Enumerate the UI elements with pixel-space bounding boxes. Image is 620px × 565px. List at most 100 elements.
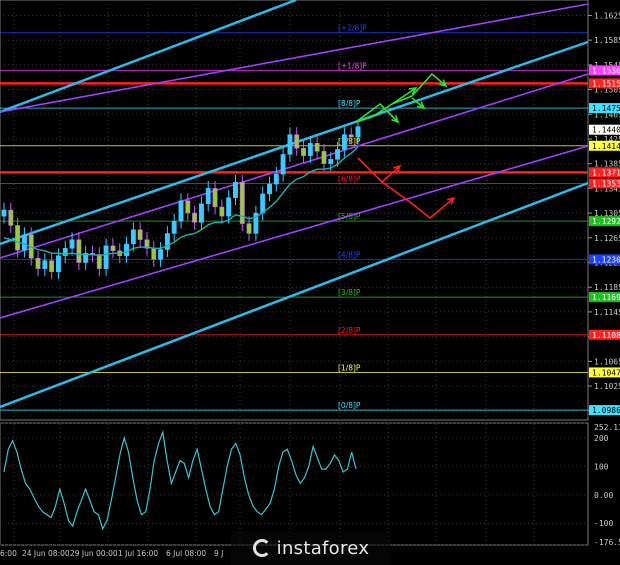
x-tick-label-5: 9 J bbox=[214, 549, 223, 558]
grid-lines bbox=[0, 0, 589, 546]
price-tag-label-11: 1.1047 bbox=[592, 368, 620, 377]
candle-body-11 bbox=[76, 239, 82, 263]
murrey-label-9: [+1/8]P bbox=[338, 61, 367, 70]
oscillator-line bbox=[3, 429, 357, 531]
forecast-arrow-4 bbox=[357, 157, 401, 184]
channel-line-0 bbox=[0, 40, 589, 246]
osc-frame bbox=[0, 422, 589, 546]
price-tag-label-2: 1.1475 bbox=[592, 104, 620, 113]
osc-tick-label-2: 100 bbox=[594, 462, 609, 471]
candle-body-40 bbox=[273, 173, 279, 185]
candlestick-series bbox=[1, 119, 361, 280]
main-frame bbox=[0, 0, 589, 421]
candle-body-25 bbox=[171, 220, 177, 234]
candle-body-30 bbox=[205, 188, 211, 205]
candle-body-8 bbox=[56, 255, 61, 273]
price-tag-label-7: 1.1292 bbox=[592, 217, 620, 226]
candle-body-31 bbox=[212, 188, 218, 208]
regression-channels bbox=[0, 0, 589, 409]
oscillator-panel: 252.1133 200 100 0.00 -100 -176.5666 bbox=[0, 422, 620, 547]
price-tag-label-4: 1.1414 bbox=[592, 142, 620, 151]
candle-body-14 bbox=[96, 254, 102, 269]
candle-body-7 bbox=[49, 260, 55, 273]
candle-body-45 bbox=[307, 143, 313, 156]
time-axis: 6:00 24 Jun 08:00 29 Jun 00:00 1 Jul 16:00 6… bbox=[0, 549, 223, 558]
murrey-label-10: [+2/8]P bbox=[338, 24, 367, 33]
candle-body-10 bbox=[69, 239, 75, 249]
y-tick-label-12: 1.1145 bbox=[594, 308, 620, 317]
murrey-label-2: [6/8]P bbox=[338, 174, 361, 183]
candle-body-24 bbox=[164, 233, 170, 250]
osc-tick-label-3: 0.00 bbox=[594, 491, 613, 500]
candle-body-18 bbox=[124, 243, 129, 256]
price-tag-label-0: 1.1536 bbox=[592, 66, 620, 75]
x-tick-label-3: 1 Jul 16:00 bbox=[118, 549, 158, 558]
candle-body-43 bbox=[294, 134, 300, 149]
osc-tick-label-5: -176.5666 bbox=[594, 538, 620, 547]
y-tick-label-1: 1.1585 bbox=[594, 36, 620, 45]
price-tag-label-3: 1.1440 bbox=[592, 126, 620, 135]
candle-body-41 bbox=[280, 154, 286, 175]
instaforex-logo-icon bbox=[252, 539, 271, 557]
candle-body-33 bbox=[226, 197, 232, 217]
price-tag-label-1: 1.1515 bbox=[592, 79, 620, 88]
channel-line-1 bbox=[0, 181, 589, 409]
murrey-label-6: [2/8]P bbox=[338, 326, 361, 335]
candle-body-1 bbox=[8, 209, 14, 226]
price-scale: 1.16251.15851.15451.15051.14651.14251.13… bbox=[588, 11, 620, 416]
candle-body-16 bbox=[110, 245, 116, 252]
candle-body-49 bbox=[335, 149, 341, 160]
x-tick-label-1: 24 Jun 08:00 bbox=[22, 549, 70, 558]
candle-body-34 bbox=[233, 181, 238, 198]
osc-tick-label-0: 252.1133 bbox=[594, 423, 620, 432]
candle-body-39 bbox=[267, 183, 272, 195]
channel-line-4 bbox=[0, 73, 589, 259]
price-tag-label-8: 1.1230 bbox=[592, 255, 620, 264]
watermark-text: instaforex bbox=[276, 537, 370, 559]
candle-body-22 bbox=[151, 248, 157, 260]
price-tag-label-5: 1.1371 bbox=[592, 168, 620, 177]
candle-body-51 bbox=[348, 134, 354, 138]
murrey-label-7: [1/8]P bbox=[338, 363, 361, 372]
murrey-label-0: [8/8]P bbox=[338, 99, 361, 108]
osc-tick-label-4: -100 bbox=[594, 519, 613, 528]
candle-body-6 bbox=[42, 260, 48, 269]
watermark: instaforex bbox=[231, 531, 391, 565]
candle-body-0 bbox=[1, 209, 7, 217]
murrey-label-8: [0/8]P bbox=[338, 401, 361, 410]
candle-body-38 bbox=[260, 193, 266, 214]
candle-body-3 bbox=[21, 234, 27, 251]
candle-body-32 bbox=[219, 206, 225, 217]
candle-body-19 bbox=[130, 229, 136, 245]
price-tag-label-9: 1.1169 bbox=[592, 293, 620, 302]
y-tick-label-15: 1.1025 bbox=[594, 382, 620, 391]
price-chart-svg[interactable]: [8/8]P[7/8]P[6/8]P[5/8]P[4/8]P[3/8]P[2/8… bbox=[0, 0, 620, 564]
candle-body-46 bbox=[314, 143, 320, 152]
candle-body-42 bbox=[287, 134, 293, 155]
y-tick-label-9: 1.1265 bbox=[594, 234, 620, 243]
y-tick-label-11: 1.1185 bbox=[594, 283, 620, 292]
candle-body-44 bbox=[301, 147, 306, 156]
murrey-label-1: [7/8]P bbox=[338, 137, 361, 146]
candle-body-20 bbox=[137, 229, 143, 240]
candle-body-50 bbox=[341, 134, 347, 150]
candle-body-2 bbox=[15, 225, 21, 251]
osc-tick-label-1: 200 bbox=[594, 434, 609, 443]
y-tick-label-14: 1.1065 bbox=[594, 357, 620, 366]
x-tick-label-2: 29 Jun 00:00 bbox=[70, 549, 118, 558]
x-tick-label-0: 6:00 bbox=[0, 549, 17, 558]
candle-body-26 bbox=[178, 200, 184, 222]
candle-body-28 bbox=[192, 212, 198, 223]
murrey-label-4: [4/8]P bbox=[338, 250, 361, 259]
price-tag-label-6: 1.1353 bbox=[592, 179, 620, 188]
candle-body-52 bbox=[355, 126, 361, 138]
murrey-label-5: [3/8]P bbox=[338, 288, 361, 297]
candle-body-29 bbox=[198, 203, 204, 223]
candle-body-23 bbox=[158, 249, 164, 260]
candle-body-36 bbox=[246, 223, 252, 234]
candle-body-5 bbox=[35, 257, 41, 269]
channel-line-3 bbox=[0, 3, 589, 113]
candle-body-48 bbox=[328, 159, 334, 164]
candle-body-27 bbox=[185, 200, 191, 214]
y-tick-label-0: 1.1625 bbox=[594, 11, 620, 20]
